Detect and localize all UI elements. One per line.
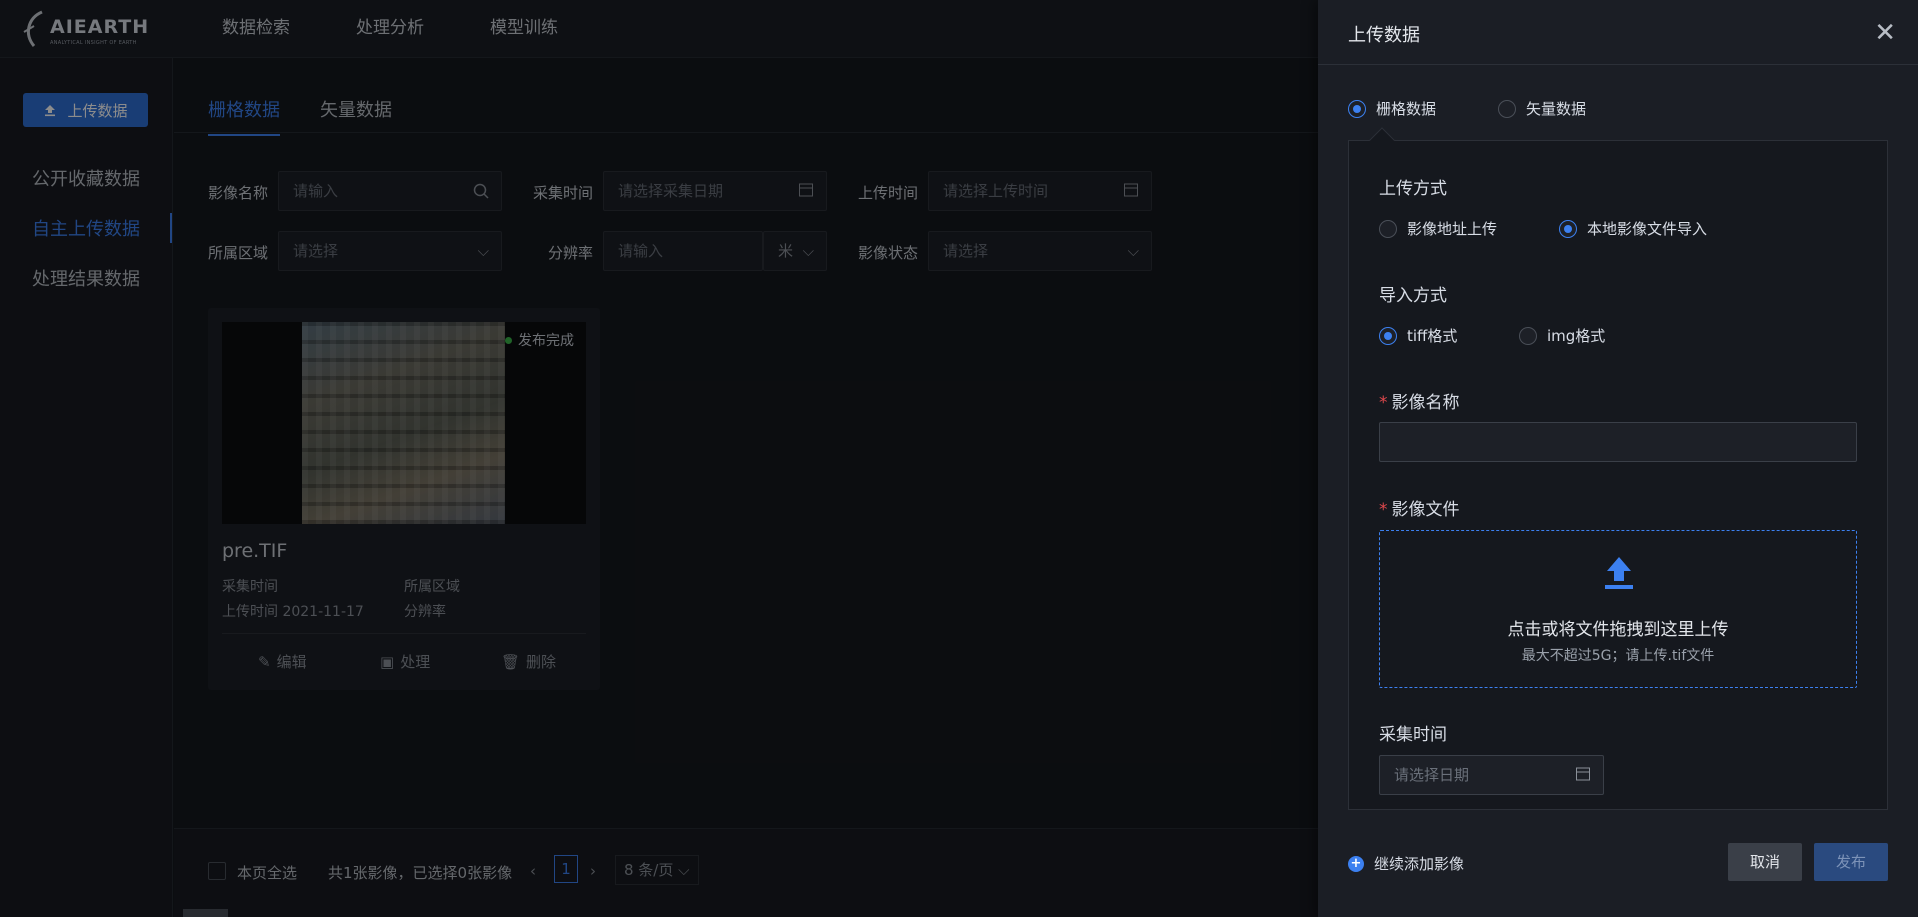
radio-local-import[interactable]: 本地影像文件导入 (1559, 218, 1707, 239)
add-more-images-button[interactable]: + 继续添加影像 (1348, 853, 1464, 874)
cancel-button[interactable]: 取消 (1728, 843, 1802, 881)
image-name-field[interactable] (1379, 422, 1857, 462)
upload-form-panel (1348, 140, 1888, 810)
radio-tiff[interactable]: tiff格式 (1379, 325, 1457, 346)
required-mark: * (1379, 393, 1388, 413)
publish-button[interactable]: 发布 (1814, 843, 1888, 881)
import-method-title: 导入方式 (1379, 286, 1447, 306)
upload-method-title: 上传方式 (1379, 179, 1447, 199)
radio-circle (1498, 99, 1516, 118)
radio-local-import-label: 本地影像文件导入 (1587, 220, 1708, 238)
image-name-field-label: * 影像名称 (1379, 388, 1460, 413)
add-more-label: 继续添加影像 (1374, 855, 1465, 873)
collect-date-field[interactable]: 请选择日期 (1379, 755, 1604, 795)
calendar-icon (1576, 767, 1590, 781)
radio-raster[interactable]: 栅格数据 (1348, 98, 1436, 119)
plus-circle-icon: + (1348, 855, 1364, 872)
upload-drawer: 上传数据 ✕ 栅格数据 矢量数据 上传方式 影像地址上传 本地影像文件导入 导入… (1318, 0, 1918, 917)
required-mark: * (1379, 500, 1388, 520)
radio-url-upload-label: 影像地址上传 (1407, 220, 1498, 238)
image-file-title: 影像文件 (1391, 500, 1460, 520)
radio-img[interactable]: img格式 (1519, 325, 1605, 346)
radio-circle (1348, 99, 1366, 118)
radio-circle (1519, 326, 1537, 345)
radio-tiff-label: tiff格式 (1407, 327, 1458, 345)
radio-vector-label: 矢量数据 (1526, 100, 1587, 118)
dropzone-text: 点击或将文件拖拽到这里上传 (1507, 620, 1729, 640)
close-icon[interactable]: ✕ (1874, 20, 1896, 46)
upload-arrow-icon (1605, 557, 1633, 589)
collect-time-title: 采集时间 (1379, 725, 1447, 745)
file-dropzone[interactable]: 点击或将文件拖拽到这里上传 最大不超过5G；请上传.tif文件 (1379, 530, 1857, 688)
radio-vector[interactable]: 矢量数据 (1498, 98, 1586, 119)
radio-circle (1559, 219, 1577, 238)
radio-circle (1379, 219, 1397, 238)
radio-circle (1379, 326, 1397, 345)
dropzone-hint: 最大不超过5G；请上传.tif文件 (1521, 648, 1715, 664)
radio-img-label: img格式 (1547, 327, 1606, 345)
radio-raster-label: 栅格数据 (1376, 100, 1437, 118)
image-name-title: 影像名称 (1391, 393, 1460, 413)
drawer-divider (1318, 64, 1918, 65)
radio-url-upload[interactable]: 影像地址上传 (1379, 218, 1497, 239)
image-file-field-label: * 影像文件 (1379, 495, 1460, 520)
date-placeholder: 请选择日期 (1394, 766, 1470, 784)
drawer-title: 上传数据 (1348, 25, 1420, 46)
